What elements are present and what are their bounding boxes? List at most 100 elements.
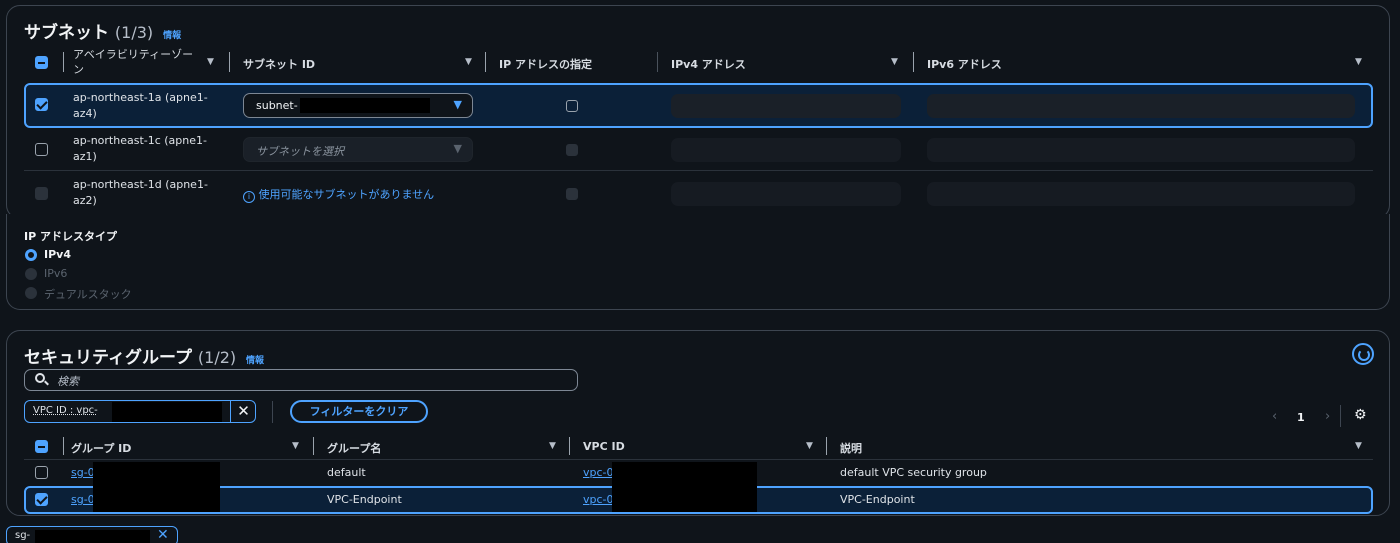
ip-assign-checkbox: [566, 188, 578, 200]
radio-ipv6-label: IPv6: [44, 267, 68, 280]
radio-ipv6: [25, 268, 37, 280]
ipv4-input[interactable]: [671, 94, 901, 118]
no-subnet-message: i 使用可能なサブネットがありません: [243, 186, 434, 203]
redacted-block: [112, 402, 222, 422]
row-divider: [24, 459, 1373, 460]
close-icon[interactable]: ✕: [230, 401, 256, 422]
sort-icon[interactable]: ▼: [207, 57, 214, 67]
header-description[interactable]: 説明: [840, 440, 862, 456]
sort-icon[interactable]: ▼: [1355, 441, 1362, 451]
radio-dualstack: [25, 287, 37, 299]
header-group-name[interactable]: グループ名: [327, 440, 381, 456]
az-cell: ap-northeast-1a (apne1- az4): [73, 91, 208, 120]
vpc-id-link[interactable]: vpc-0: [583, 493, 614, 506]
selected-sg-token[interactable]: sg- ✕: [6, 526, 178, 543]
ip-assign-checkbox[interactable]: [566, 100, 578, 112]
sort-icon[interactable]: ▼: [891, 57, 898, 67]
header-subnet-id[interactable]: サブネット ID: [243, 56, 315, 72]
redacted-block: [612, 462, 757, 484]
az-cell: ap-northeast-1c (apne1- az1): [73, 134, 207, 163]
subnet-select[interactable]: subnet- ▼: [243, 93, 473, 118]
gear-icon[interactable]: ⚙: [1354, 407, 1367, 423]
selected-sg-label: sg-: [15, 530, 31, 541]
filter-token[interactable]: VPC ID : vpc- ✕: [24, 400, 256, 423]
subnet-count: (1/3): [114, 23, 154, 42]
close-icon[interactable]: ✕: [157, 527, 169, 543]
sort-icon[interactable]: ▼: [549, 441, 556, 451]
redacted-block: [300, 98, 430, 113]
subnet-title: サブネット (1/3) 情報: [24, 18, 181, 43]
clear-filter-button[interactable]: フィルターをクリア: [290, 400, 428, 423]
subnet-panel: サブネット (1/3) 情報 アベイラビリティーゾーン ▼ サブネット ID ▼…: [6, 5, 1390, 219]
ipv6-input: [927, 138, 1355, 162]
sg-count: (1/2): [197, 348, 237, 367]
radio-dualstack-label: デュアルスタック: [44, 288, 132, 301]
ipv6-input: [927, 182, 1355, 206]
header-ipv6[interactable]: IPv6 アドレス: [927, 56, 1002, 72]
redacted-block: [35, 530, 150, 543]
security-group-panel: セキュリティグループ (1/2) 情報 検索 VPC ID : vpc- ✕ フ…: [6, 330, 1390, 516]
ip-assign-checkbox: [566, 144, 578, 156]
sg-select-all-checkbox[interactable]: [35, 440, 48, 453]
header-az[interactable]: アベイラビリティーゾーン: [73, 47, 198, 77]
info-icon: i: [243, 191, 255, 203]
search-placeholder: 検索: [57, 375, 79, 388]
column-divider: [826, 437, 827, 455]
group-id-link[interactable]: sg-0: [71, 466, 95, 479]
ip-address-type-panel: IP アドレスタイプ IPv4 IPv6 デュアルスタック: [6, 214, 1390, 310]
column-divider: [485, 52, 486, 72]
filter-token-label: VPC ID : vpc-: [33, 405, 98, 416]
row-checkbox: [35, 187, 48, 200]
ipv4-input: [671, 138, 901, 162]
sort-icon[interactable]: ▼: [465, 57, 472, 67]
header-group-id[interactable]: グループ ID: [71, 440, 131, 456]
subnet-select-placeholder: サブネットを選択: [256, 145, 344, 158]
chevron-down-icon: ▼: [453, 98, 462, 111]
column-divider: [313, 437, 314, 455]
header-vpc-id[interactable]: VPC ID: [583, 440, 625, 453]
subnet-title-text: サブネット: [24, 23, 109, 43]
sort-icon[interactable]: ▼: [1355, 57, 1362, 67]
next-page-icon[interactable]: ›: [1325, 409, 1330, 424]
ipv6-input[interactable]: [927, 94, 1355, 118]
row-checkbox[interactable]: [35, 493, 48, 506]
description: default VPC security group: [840, 466, 987, 479]
header-ipv4[interactable]: IPv4 アドレス: [671, 56, 746, 72]
row-checkbox[interactable]: [35, 466, 48, 479]
redacted-block: [612, 484, 757, 512]
divider: [272, 401, 273, 423]
sort-icon[interactable]: ▼: [292, 441, 299, 451]
group-name: VPC-Endpoint: [327, 493, 402, 506]
subnet-select[interactable]: サブネットを選択 ▼: [243, 137, 473, 162]
sg-title-text: セキュリティグループ: [24, 348, 192, 368]
header-ip-assignment: IP アドレスの指定: [499, 58, 592, 71]
az-cell: ap-northeast-1d (apne1- az2): [73, 178, 208, 207]
ipv4-input: [671, 182, 901, 206]
radio-ipv4[interactable]: [25, 249, 37, 261]
subnet-info-link[interactable]: 情報: [163, 31, 181, 41]
column-divider: [657, 52, 658, 72]
refresh-icon[interactable]: [1352, 343, 1374, 365]
sg-info-link[interactable]: 情報: [246, 356, 264, 366]
redacted-block: [93, 462, 220, 484]
chevron-down-icon: ▼: [453, 142, 462, 155]
group-id-link[interactable]: sg-0: [71, 493, 95, 506]
search-icon-handle: [44, 380, 49, 386]
row-checkbox[interactable]: [35, 143, 48, 156]
group-name: default: [327, 466, 366, 479]
vpc-id-link[interactable]: vpc-0: [583, 466, 614, 479]
prev-page-icon[interactable]: ‹: [1272, 409, 1277, 424]
row-checkbox[interactable]: [35, 98, 48, 111]
column-divider: [569, 437, 570, 455]
row-divider: [24, 170, 1373, 171]
page-number[interactable]: 1: [1297, 411, 1305, 424]
subnet-select-all-checkbox[interactable]: [35, 56, 48, 69]
redacted-block: [93, 484, 220, 512]
column-divider: [63, 52, 64, 72]
search-input[interactable]: 検索: [24, 369, 578, 391]
sort-icon[interactable]: ▼: [806, 441, 813, 451]
divider: [1340, 405, 1341, 427]
description: VPC-Endpoint: [840, 493, 915, 506]
column-divider: [913, 52, 914, 72]
radio-ipv4-label[interactable]: IPv4: [44, 248, 71, 261]
